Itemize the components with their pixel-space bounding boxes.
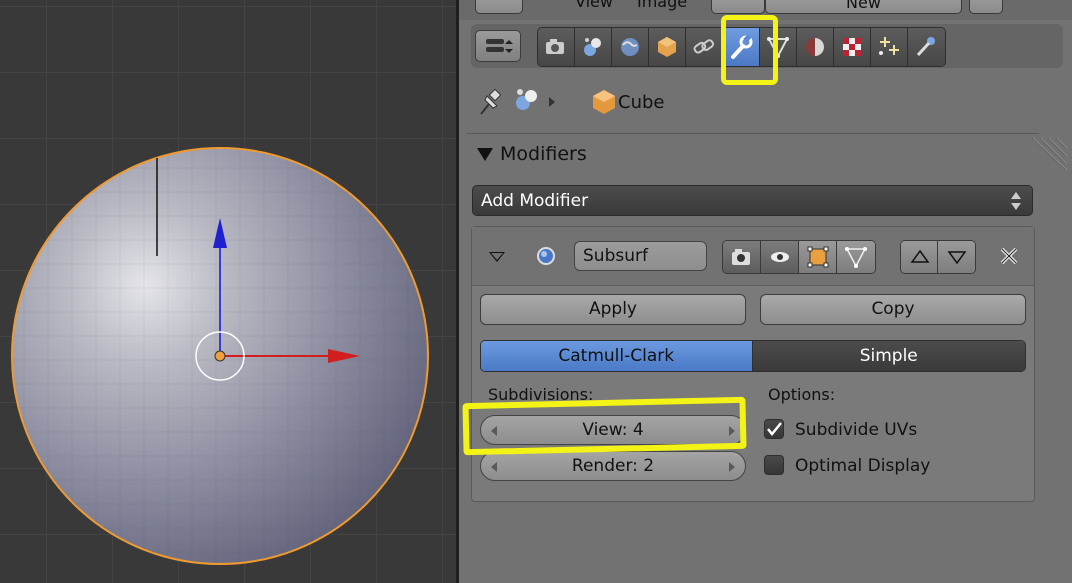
modifier-visibility-toggles: [722, 240, 876, 274]
render-layers-icon: [584, 38, 601, 56]
add-modifier-label: Add Modifier: [481, 191, 589, 211]
new-button[interactable]: New: [765, 0, 962, 14]
cage-triangle-icon: [845, 247, 867, 268]
render-camera-icon: [732, 249, 750, 265]
render-layers-crumb-icon: [516, 89, 537, 110]
apply-button[interactable]: Apply: [480, 294, 746, 325]
subdivide-uvs-checkbox[interactable]: [764, 419, 784, 439]
subsurf-modifier-panel: Subsurf Apply Copy Catmull-Clark Simple …: [471, 226, 1035, 502]
simple-option[interactable]: Simple: [752, 341, 1025, 371]
panel-collapse-icon[interactable]: [477, 148, 493, 161]
eye-icon: [771, 252, 789, 262]
add-modifier-dropdown[interactable]: Add Modifier: [472, 185, 1033, 216]
panel-grip-icon[interactable]: [1028, 136, 1068, 172]
annotation-highlight-view-field: [462, 396, 747, 456]
tab-material[interactable]: [797, 28, 834, 66]
tab-scene[interactable]: [612, 28, 649, 66]
menu-image[interactable]: Image: [637, 0, 687, 11]
toggle-viewport[interactable]: [761, 241, 799, 273]
crumb-arrow-icon: [549, 97, 555, 107]
increment-arrow-icon[interactable]: [729, 462, 735, 472]
texture-icon: [843, 38, 861, 56]
subdivided-sphere-mesh[interactable]: [0, 0, 458, 583]
subdivide-uvs-label[interactable]: Subdivide UVs: [795, 420, 917, 440]
checkmark-icon: [767, 422, 782, 436]
tab-world[interactable]: [649, 28, 686, 66]
tab-constraints[interactable]: [686, 28, 723, 66]
render-camera-icon: [546, 39, 564, 54]
dropdown-arrows-icon: [1011, 192, 1021, 210]
remove-modifier-close-icon[interactable]: [994, 241, 1024, 271]
breadcrumb: Cube: [471, 86, 1031, 120]
toggle-on-cage[interactable]: [837, 241, 875, 273]
render-subdivisions-value: Render: 2: [571, 456, 655, 476]
move-up-button[interactable]: [901, 241, 938, 273]
constraints-icon: [693, 39, 715, 54]
object-cube-icon: [593, 90, 615, 114]
modifier-move-buttons: [900, 240, 976, 274]
tab-render-layers[interactable]: [575, 28, 612, 66]
decrement-arrow-icon[interactable]: [491, 462, 497, 472]
modifier-collapse-icon[interactable]: [489, 252, 505, 262]
optimal-display-label[interactable]: Optimal Display: [795, 456, 930, 476]
tab-particles[interactable]: [871, 28, 908, 66]
editor-type-selector[interactable]: [475, 30, 521, 62]
tab-physics[interactable]: [908, 28, 945, 66]
toggle-editmode[interactable]: [799, 241, 837, 273]
editor-type-button[interactable]: [475, 0, 523, 14]
options-label: Options:: [768, 385, 836, 404]
modifiers-panel-title[interactable]: Modifiers: [500, 143, 587, 165]
particles-icon: [879, 37, 899, 55]
render-subdivisions-field[interactable]: Render: 2: [480, 451, 746, 481]
world-icon: [658, 37, 676, 57]
modifier-name-field[interactable]: Subsurf: [574, 241, 707, 271]
physics-icon: [916, 37, 935, 57]
material-icon: [806, 38, 824, 56]
copy-button[interactable]: Copy: [760, 294, 1026, 325]
object-name: Cube: [618, 92, 665, 113]
subdivision-type-selector: Catmull-Clark Simple: [480, 340, 1026, 372]
properties-editor: View Image New Cube Modifiers Add Modifi…: [459, 0, 1072, 583]
toggle-render[interactable]: [723, 241, 761, 273]
tab-render[interactable]: [538, 28, 575, 66]
new-button-label: New: [846, 0, 881, 12]
separator: [467, 133, 1039, 134]
object-origin: [214, 350, 226, 362]
modifier-header: Subsurf: [472, 227, 1034, 286]
optimal-display-checkbox[interactable]: [764, 455, 784, 475]
move-up-icon: [910, 249, 930, 263]
menu-view[interactable]: View: [575, 0, 613, 11]
subsurf-modifier-icon: [537, 247, 555, 265]
move-down-button[interactable]: [938, 241, 975, 273]
image-browse-button[interactable]: [711, 0, 765, 14]
pin-button[interactable]: [969, 0, 1003, 14]
scene-icon: [621, 38, 639, 56]
pin-icon[interactable]: [475, 88, 505, 118]
editor-type-icon: [486, 39, 513, 53]
move-down-icon: [947, 251, 967, 265]
editmode-icon: [807, 246, 829, 268]
annotation-highlight-modifiers-tab: [721, 15, 778, 85]
3d-viewport[interactable]: [0, 0, 458, 583]
catmull-clark-option[interactable]: Catmull-Clark: [481, 341, 753, 371]
tab-texture[interactable]: [834, 28, 871, 66]
